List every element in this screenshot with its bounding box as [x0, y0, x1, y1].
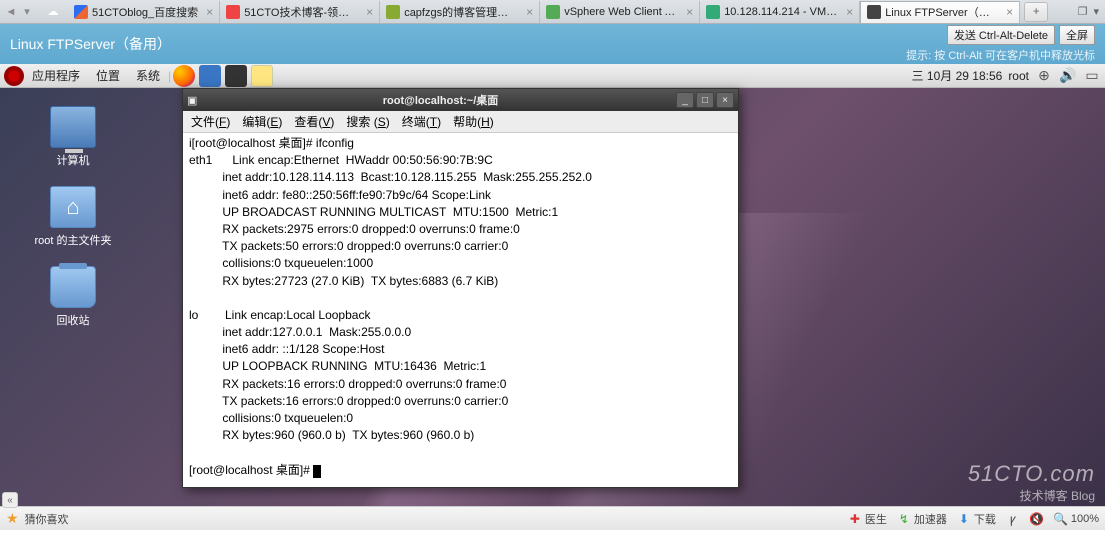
file-manager-icon[interactable] — [199, 65, 221, 87]
minimize-button[interactable]: _ — [676, 92, 694, 108]
browser-tab-bar: ◄ ▾ ☁ 51CTOblog_百度搜索 × 51CTO技术博客-领先的IT × c… — [0, 0, 1105, 24]
tab-close-icon[interactable]: × — [846, 5, 853, 19]
vm-title: Linux FTPServer（备用） — [10, 34, 171, 54]
status-download[interactable]: ⬇下载 — [957, 511, 996, 527]
power-tray-icon[interactable]: ▭ — [1083, 67, 1101, 85]
status-network[interactable]: ꝩ — [1006, 512, 1020, 526]
cloud-icon[interactable]: ☁ — [42, 1, 64, 23]
terminal-title: root@localhost:~/桌面 — [205, 92, 676, 108]
desktop-icon-computer[interactable]: 计算机 — [28, 106, 118, 168]
watermark-line1: 51CTO.com — [968, 461, 1095, 487]
computer-icon — [50, 106, 96, 148]
window-dropdown-icon[interactable]: ▾ — [1093, 5, 1099, 18]
home-folder-icon — [50, 186, 96, 228]
release-cursor-hint: 提示: 按 Ctrl-Alt 可在客户机中释放光标 — [906, 47, 1095, 63]
menu-file[interactable]: 文件(F) — [187, 113, 234, 130]
terminal-menubar: 文件(F) 编辑(E) 查看(V) 搜索 (S) 终端(T) 帮助(H) — [183, 111, 738, 133]
redhat-icon[interactable] — [4, 66, 24, 86]
clock[interactable]: 三 10月 29 18:56 — [912, 67, 1003, 84]
tab-label: 51CTOblog_百度搜索 — [92, 4, 198, 20]
menu-places[interactable]: 位置 — [88, 67, 128, 84]
maximize-button[interactable]: □ — [696, 92, 714, 108]
tab-close-icon[interactable]: × — [206, 5, 213, 19]
favicon-capfzgs — [386, 5, 400, 19]
tab-vsphere[interactable]: vSphere Web Client Adn × — [540, 1, 700, 23]
favicon-baidu — [74, 5, 88, 19]
icon-label: 计算机 — [57, 155, 90, 167]
terminal-titlebar[interactable]: ▣ root@localhost:~/桌面 _ □ × — [183, 89, 738, 111]
status-accelerator[interactable]: ↯加速器 — [897, 511, 947, 527]
tab-vmware[interactable]: 10.128.114.214 - VMwa × — [700, 1, 860, 23]
icon-label: root 的主文件夹 — [34, 235, 111, 247]
fork-icon: ꝩ — [1006, 512, 1020, 526]
terminal-window[interactable]: ▣ root@localhost:~/桌面 _ □ × 文件(F) 编辑(E) … — [182, 88, 739, 488]
status-zoom[interactable]: 🔍100% — [1054, 512, 1099, 526]
favorite-star-icon[interactable]: ★ — [6, 510, 19, 527]
gnome-top-panel: 应用程序 位置 系统 | 三 10月 29 18:56 root ⊕ 🔊 ▭ — [0, 64, 1105, 88]
firefox-icon[interactable] — [173, 65, 195, 87]
tab-close-icon[interactable]: × — [366, 5, 373, 19]
tab-close-icon[interactable]: × — [1006, 5, 1013, 19]
guess-you-like[interactable]: 猜你喜欢 — [25, 511, 69, 527]
tab-label: vSphere Web Client Adn — [564, 6, 678, 18]
watermark: 51CTO.com 技术博客 Blog — [968, 461, 1095, 504]
menu-edit[interactable]: 编辑(E) — [238, 113, 286, 130]
menu-search[interactable]: 搜索 (S) — [342, 113, 393, 130]
desktop-icon-home[interactable]: root 的主文件夹 — [28, 186, 118, 248]
plus-icon: ✚ — [848, 512, 862, 526]
desktop-icon-trash[interactable]: 回收站 — [28, 266, 118, 328]
nav-back-icon[interactable]: ◄ — [4, 5, 18, 19]
fullscreen-button[interactable]: 全屏 — [1059, 25, 1095, 45]
tab-capfzgs[interactable]: capfzgs的博客管理后台-5 × — [380, 1, 540, 23]
terminal-launcher-icon[interactable] — [225, 65, 247, 87]
separator: | — [168, 69, 171, 83]
volume-tray-icon[interactable]: 🔊 — [1059, 67, 1077, 85]
network-tray-icon[interactable]: ⊕ — [1035, 67, 1053, 85]
tab-label: 10.128.114.214 - VMwa — [724, 6, 838, 18]
menu-system[interactable]: 系统 — [128, 67, 168, 84]
tab-baidu[interactable]: 51CTOblog_百度搜索 × — [68, 1, 220, 23]
trash-icon — [50, 266, 96, 308]
zoom-icon: 🔍 — [1054, 512, 1068, 526]
favicon-51cto — [226, 5, 240, 19]
tab-label: 51CTO技术博客-领先的IT — [244, 4, 358, 20]
tab-close-icon[interactable]: × — [686, 5, 693, 19]
sound-icon: 🔇 — [1030, 512, 1044, 526]
user-menu[interactable]: root — [1008, 69, 1029, 83]
browser-status-bar: ★ 猜你喜欢 ✚医生 ↯加速器 ⬇下载 ꝩ 🔇 🔍100% — [0, 506, 1105, 530]
status-sound[interactable]: 🔇 — [1030, 512, 1044, 526]
gnome-desktop[interactable]: 计算机 root 的主文件夹 回收站 ▣ root@localhost:~/桌面… — [0, 88, 1105, 506]
nav-fwd-icon[interactable]: ▾ — [20, 5, 34, 19]
menu-terminal[interactable]: 终端(T) — [398, 113, 445, 130]
tab-close-icon[interactable]: × — [526, 5, 533, 19]
vm-title-bar: Linux FTPServer（备用） 发送 Ctrl-Alt-Delete 全… — [0, 24, 1105, 64]
tab-label: Linux FTPServer（备用） — [885, 4, 998, 20]
notes-icon[interactable] — [251, 65, 273, 87]
favicon-linux — [867, 5, 881, 19]
close-button[interactable]: × — [716, 92, 734, 108]
tab-linux-ftp[interactable]: Linux FTPServer（备用） × — [860, 1, 1020, 23]
terminal-output[interactable]: i[root@localhost 桌面]# ifconfig eth1 Link… — [183, 133, 738, 487]
icon-label: 回收站 — [57, 315, 90, 327]
favicon-vmware — [706, 5, 720, 19]
watermark-line2: 技术博客 Blog — [968, 487, 1095, 504]
restore-window-icon[interactable]: ❐ — [1078, 5, 1088, 18]
scroll-up-button[interactable]: « — [2, 492, 18, 508]
favicon-vsphere — [546, 5, 560, 19]
send-cad-button[interactable]: 发送 Ctrl-Alt-Delete — [947, 25, 1055, 45]
status-doctor[interactable]: ✚医生 — [848, 511, 887, 527]
download-icon: ⬇ — [957, 512, 971, 526]
tab-51cto[interactable]: 51CTO技术博客-领先的IT × — [220, 1, 380, 23]
terminal-text: i[root@localhost 桌面]# ifconfig eth1 Link… — [189, 136, 592, 477]
menu-help[interactable]: 帮助(H) — [449, 113, 498, 130]
menu-view[interactable]: 查看(V) — [290, 113, 338, 130]
new-tab-button[interactable]: + — [1024, 2, 1048, 22]
tab-label: capfzgs的博客管理后台-5 — [404, 4, 518, 20]
terminal-app-icon: ▣ — [187, 94, 205, 107]
menu-applications[interactable]: 应用程序 — [24, 67, 88, 84]
terminal-cursor — [313, 465, 321, 478]
rocket-icon: ↯ — [897, 512, 911, 526]
